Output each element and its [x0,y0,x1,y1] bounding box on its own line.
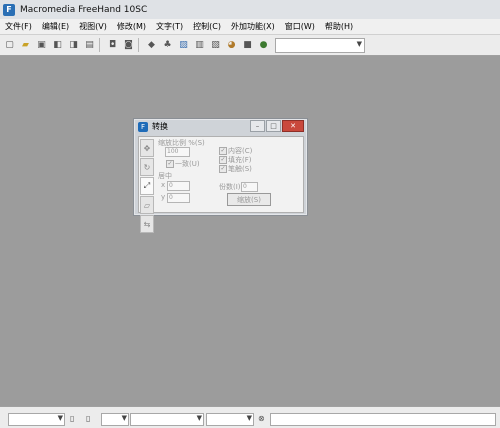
scale-input[interactable]: 100 [165,147,190,157]
export-icon[interactable]: ◨ [67,39,80,52]
menu-window[interactable]: 窗口(W) [280,21,320,32]
chevron-down-icon: ▼ [196,414,202,422]
window-title: Macromedia FreeHand 10SC [20,4,148,15]
freehand-app-icon: F [3,3,15,16]
chevron-down-icon: ▼ [356,39,362,48]
status-bar: ▼ ▯ ▯ ▼ ▼ ▼ ⊗ [0,406,500,428]
toolbar-separator [138,38,139,52]
status-field [270,413,496,426]
toolbar-combo[interactable]: ▼ [275,37,365,53]
maximize-button[interactable]: □ [266,120,281,132]
center-label: 居中 [158,172,172,180]
color-icon[interactable]: ▨ [177,39,190,52]
tab-rotate-icon[interactable]: ↻ [140,158,154,176]
menu-bar: 文件(F) 编辑(E) 视图(V) 修改(M) 文字(T) 控制(C) 外加功能… [0,19,500,35]
chevron-down-icon: ▼ [246,414,252,422]
open-icon[interactable]: ▰ [19,39,32,52]
transform-tabs: ✥ ↻ ⤢ ▱ ⇆ [140,139,154,234]
copies-label: 份数(I) [219,183,241,191]
tab-skew-icon[interactable]: ▱ [140,196,154,214]
zoom-combo[interactable]: ▼ [101,413,129,426]
title-bar: F Macromedia FreeHand 10SC [0,0,500,20]
menu-modify[interactable]: 修改(M) [112,21,151,32]
panel-header[interactable]: F 转换 – □ ✕ [134,119,307,134]
uniform-label: 一致(U) [175,160,200,168]
menu-view[interactable]: 视图(V) [74,21,112,32]
menu-control[interactable]: 控制(C) [188,21,226,32]
close-button[interactable]: ✕ [282,120,304,132]
style-icon[interactable]: ▧ [209,39,222,52]
workspace [0,56,500,406]
stroke-icon[interactable]: ● [257,39,270,52]
y-input[interactable]: 0 [167,193,190,203]
chevron-down-icon: ▼ [57,414,63,422]
fill-icon[interactable]: ■ [241,39,254,52]
fills-checkbox[interactable]: ✓ [219,156,227,164]
uniform-checkbox[interactable]: ✓ [166,160,174,168]
panel-body: ✥ ↻ ⤢ ▱ ⇆ 缩放比例 %(S) 100 ✓ 一致(U) 居中 x 0 y… [138,136,304,233]
info-icon[interactable]: ⊗ [258,414,266,423]
tab-move-icon[interactable]: ✥ [140,139,154,157]
print-icon[interactable]: ▤ [83,39,96,52]
tab-scale-icon[interactable]: ⤢ [140,177,154,195]
toolbar-separator [99,38,100,52]
scale-button[interactable]: 缩放(S) [227,193,271,206]
tab-reflect-icon[interactable]: ⇆ [140,215,154,233]
library-icon[interactable]: ▥ [193,39,206,52]
lock-icon[interactable]: ◘ [106,39,119,52]
freehand-panel-icon: F [138,121,148,132]
copies-input[interactable]: 0 [241,182,258,192]
view-mode-combo[interactable]: ▼ [130,413,204,426]
page-prev-icon[interactable]: ▯ [70,414,78,423]
x-input[interactable]: 0 [167,181,190,191]
symbol-icon[interactable]: ♣ [161,39,174,52]
swatch-icon[interactable]: ◕ [225,39,238,52]
menu-file[interactable]: 文件(F) [0,21,37,32]
layer-icon[interactable]: ◆ [145,39,158,52]
contents-checkbox[interactable]: ✓ [219,147,227,155]
page-next-icon[interactable]: ▯ [86,414,94,423]
x-label: x [161,181,166,189]
save-icon[interactable]: ▣ [35,39,48,52]
transform-panel: F 转换 – □ ✕ ✥ ↻ ⤢ ▱ ⇆ 缩放比例 %(S) 100 ✓ 一致(… [133,118,308,233]
units-combo[interactable]: ▼ [206,413,254,426]
menu-xtras[interactable]: 外加功能(X) [226,21,280,32]
chevron-down-icon: ▼ [121,414,127,422]
strokes-checkbox[interactable]: ✓ [219,165,227,173]
menu-text[interactable]: 文字(T) [151,21,188,32]
unlock-icon[interactable]: ◙ [122,39,135,52]
minimize-button[interactable]: – [250,120,265,132]
y-label: y [161,193,166,201]
import-icon[interactable]: ◧ [51,39,64,52]
new-icon[interactable]: ▢ [3,39,16,52]
menu-edit[interactable]: 编辑(E) [37,21,74,32]
strokes-label: 笔触(S) [228,165,252,173]
page-combo[interactable]: ▼ [8,413,65,426]
panel-title: 转换 [152,122,168,131]
menu-help[interactable]: 帮助(H) [320,21,358,32]
main-toolbar: ▢ ▰ ▣ ◧ ◨ ▤ ◘ ◙ ◆ ♣ ▨ ▥ ▧ ◕ ■ ● ▼ [0,35,500,56]
